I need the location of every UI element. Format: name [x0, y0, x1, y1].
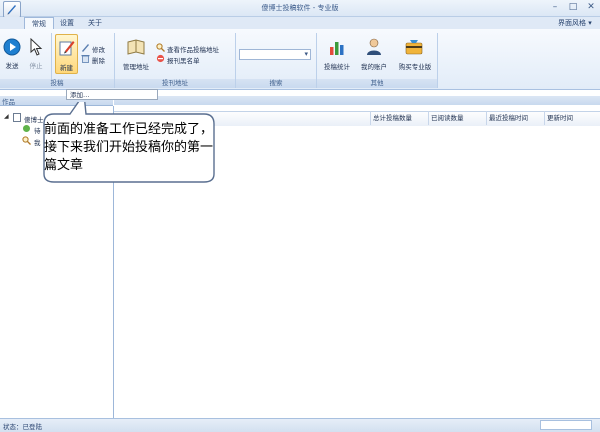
column-divider[interactable]: [428, 111, 429, 125]
new-label: 新建: [60, 64, 73, 72]
maximize-button[interactable]: □: [566, 2, 580, 12]
column-divider[interactable]: [544, 111, 545, 125]
column-header-total[interactable]: 总计投稿数量: [373, 113, 412, 123]
stats-label: 投稿统计: [324, 63, 350, 71]
close-button[interactable]: ✕: [584, 2, 598, 12]
stop-button[interactable]: 停止: [26, 38, 46, 72]
column-header-last-submit[interactable]: 最近投稿时间: [489, 113, 528, 123]
buy-pro-button[interactable]: 购买专业版: [394, 38, 434, 72]
view-address-button[interactable]: 查看作品投稿地址: [156, 43, 232, 54]
delete-label: 删除: [92, 57, 105, 65]
search-select[interactable]: ▾: [239, 49, 311, 60]
column-header-updated[interactable]: 更新时间: [547, 113, 573, 123]
group-label-other: 其他: [317, 79, 437, 88]
tutorial-callout-text: 前面的准备工作已经完成了，接下来我们开始投稿你的第一篇文章: [44, 122, 214, 173]
bar-chart-icon: [330, 42, 344, 55]
stop-label: 停止: [29, 62, 43, 70]
divider: [437, 33, 438, 88]
status-progress: [540, 420, 592, 430]
edit-label: 修改: [92, 46, 105, 54]
column-header-read[interactable]: 已阅读数量: [431, 113, 464, 123]
expand-icon[interactable]: ◢: [4, 113, 9, 120]
delete-button[interactable]: 删除: [81, 54, 111, 65]
minimize-button[interactable]: –: [548, 2, 562, 12]
user-icon: [367, 38, 381, 55]
search-icon: [22, 136, 31, 145]
pending-icon: [23, 125, 30, 132]
send-button[interactable]: 发送: [2, 38, 22, 72]
window-title: 傻博士投稿软件 - 专业版: [261, 4, 339, 12]
tooltip: 添加…: [66, 89, 158, 100]
tab-settings[interactable]: 设置: [56, 17, 78, 29]
column-divider[interactable]: [370, 111, 371, 125]
play-icon: [3, 38, 21, 56]
account-label: 我的账户: [361, 63, 387, 71]
chevron-down-icon: ▾: [588, 19, 592, 27]
card-icon: [405, 40, 423, 55]
tab-about[interactable]: 关于: [84, 17, 106, 29]
manage-address-button[interactable]: 管理地址: [118, 38, 154, 72]
account-button[interactable]: 我的账户: [358, 38, 390, 72]
group-label-address: 投刊地址: [115, 79, 235, 88]
buy-pro-label: 购买专业版: [398, 63, 432, 71]
new-document-icon: [59, 41, 75, 56]
works-panel-title: 作品: [2, 98, 15, 106]
blacklist-icon: [156, 54, 165, 63]
new-button[interactable]: 新建: [55, 34, 78, 74]
document-icon: [13, 113, 21, 122]
group-label-submit: 投稿: [0, 79, 114, 88]
manage-address-label: 管理地址: [123, 63, 149, 71]
skin-menu-label: 界面风格: [558, 19, 586, 27]
view-address-label: 查看作品投稿地址: [167, 46, 219, 54]
search-icon: [156, 43, 165, 52]
group-label-search: 搜索: [236, 79, 316, 88]
status-bar: [0, 418, 600, 432]
blacklist-button[interactable]: 报刊黑名单: [156, 54, 216, 65]
pencil-icon: [82, 44, 89, 52]
trash-icon: [81, 55, 90, 63]
cursor-icon: [30, 38, 43, 56]
blacklist-label: 报刊黑名单: [167, 57, 200, 65]
skin-menu[interactable]: 界面风格 ▾: [558, 18, 592, 28]
chevron-down-icon: ▾: [304, 50, 308, 58]
stats-button[interactable]: 投稿统计: [320, 38, 354, 72]
edit-button[interactable]: 修改: [81, 43, 111, 54]
status-text: 状态：已登陆: [3, 423, 42, 431]
address-book-icon: [127, 39, 145, 55]
column-divider[interactable]: [486, 111, 487, 125]
send-label: 发送: [5, 62, 19, 70]
